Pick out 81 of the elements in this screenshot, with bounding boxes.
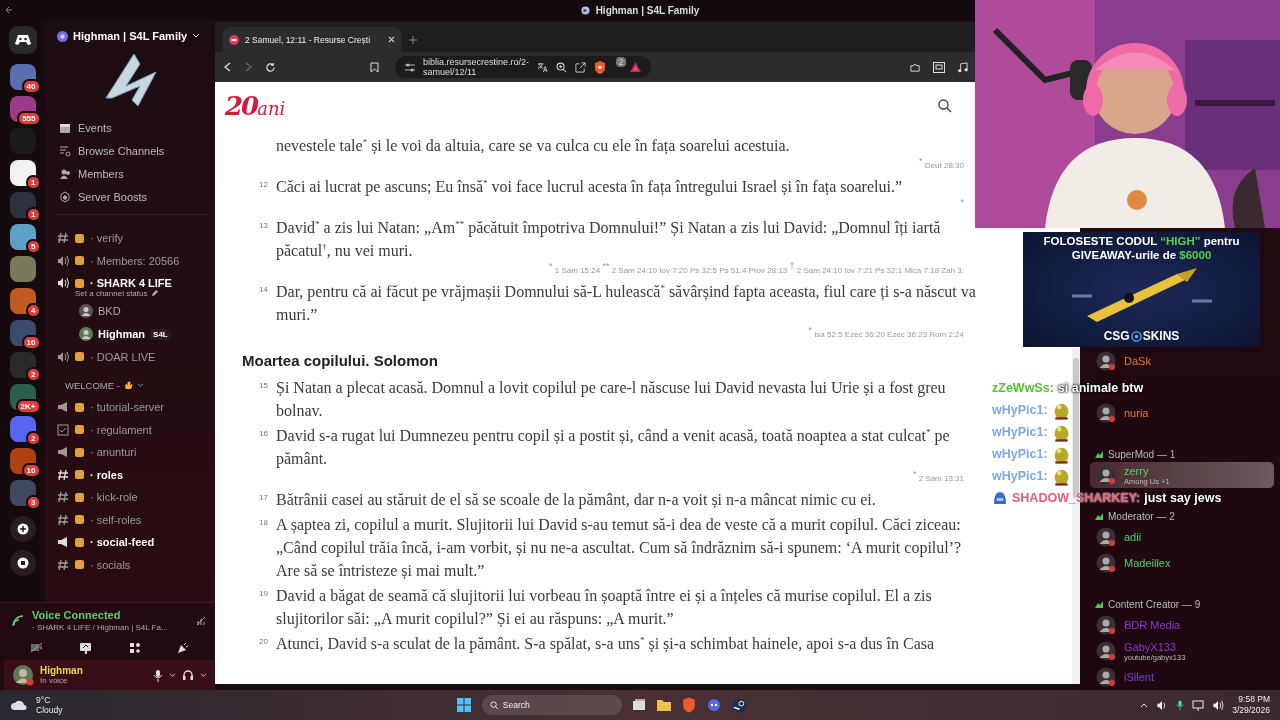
count-badge: 2: [616, 56, 626, 67]
voice-channel-link[interactable]: · SHARK 4 LIFE / Highman | S4L Fa...: [32, 623, 187, 632]
channel-name[interactable]: · roles: [90, 468, 123, 481]
user-status: In voice: [40, 676, 69, 685]
brand-text: CSG: [1103, 329, 1130, 343]
channel-name[interactable]: · tutorial-server: [90, 401, 164, 414]
address-bar[interactable]: biblia.resursecrestine.ro/2-samuel/12/11 2: [395, 56, 651, 78]
channel-name[interactable]: · regulament: [90, 423, 152, 436]
temperature: 9°C: [36, 695, 52, 705]
member-row[interactable]: Madeillex: [1090, 550, 1274, 576]
verse-text: David s-a rugat lui Dumnezeu pentru copil și a postit și, când a venit acasă, toată noaptea a stat culcat$^{*}$ pe pământ.: [276, 425, 951, 470]
role-group-label: SuperMod — 1: [1108, 448, 1176, 460]
verse-text: Dar, pentru că ai făcut pe vrăjmașii Domnului să-L hulească$^{*}$ săvârșind fapta aceasta, fiul care ți s-a născut va muri.”: [276, 281, 976, 325]
unread-badge: 2K+: [15, 399, 41, 414]
verse-text: David a băgat de seamă că slujitorii lui vorbeau în șoaptă între ei și a înțeles că murise copilul. El a zis slujitorilor săi: „A murit copilul?” Și ei au răspuns: „A murit.”: [276, 586, 933, 630]
menu-item[interactable]: Browse Channels: [78, 144, 165, 157]
channel-name[interactable]: · kick-role: [90, 491, 138, 504]
verse-number: 16: [259, 429, 268, 438]
unread-badge: 2: [26, 367, 41, 382]
menu-item[interactable]: Events: [78, 121, 112, 134]
channel-name[interactable]: · anunturi: [90, 446, 137, 459]
clock[interactable]: 9:58 PM 3/29/2026: [1232, 694, 1270, 716]
unread-badge: 40: [21, 79, 41, 94]
chat-message: just say jews: [1144, 491, 1222, 505]
channel-name[interactable]: · Members: 20566: [90, 254, 180, 267]
unread-badge: 3: [26, 495, 41, 510]
unread-badge: 1: [26, 207, 41, 222]
member-row[interactable]: iSilent: [1090, 664, 1274, 690]
unread-badge: 4: [26, 303, 41, 318]
member-row[interactable]: BDR Media: [1090, 612, 1274, 638]
unread-badge: 1: [26, 175, 41, 190]
verse-number: 12: [259, 180, 268, 189]
promo-text: GIVEAWAY-urile de $6000: [1071, 248, 1212, 262]
unread-badge: 2: [26, 431, 41, 446]
verse-number: 14: [259, 285, 268, 294]
verse-text: Atunci, David s-a sculat de la pământ. S-a spălat, s-a uns$^{*}$ și și-a schimbat hainele, apoi s-a dus în Casa: [276, 633, 936, 655]
channel-name[interactable]: · social-feed: [90, 536, 155, 549]
unread-badge: 10: [21, 463, 41, 478]
channel-status[interactable]: Set a channel status: [75, 288, 148, 298]
site-logo[interactable]: 20ani: [225, 91, 286, 121]
role-group-label: Moderator — 2: [1108, 510, 1175, 522]
member-row[interactable]: nuria: [1090, 400, 1274, 426]
weather-condition: Cloudy: [36, 705, 63, 715]
verse-number: 20: [259, 637, 268, 646]
verse-text: Bătrânii casei au stăruit de el să se scoale de la pământ, dar n-a voit și n-a mâncat nimic cu ei.: [276, 490, 877, 511]
channel-name[interactable]: · SHARK 4 LIFE: [90, 277, 172, 290]
verse-text: Și Natan a plecat acasă. Domnul a lovit copilul pe care-l născuse lui David nevasta lui Urie și a fost greu bolnav.: [276, 378, 947, 421]
window-title: Highman | S4L Family: [595, 4, 700, 16]
unread-badge: 555: [17, 111, 41, 126]
verse-number: 13: [259, 221, 268, 230]
verse-text: nevestele tale$^{*}$ și le voi da altuia, care se va culca cu ele în fața soarelui acestuia.: [276, 135, 791, 157]
promo-text: FOLOSESTE CODUL “HIGH” pentru: [1043, 234, 1240, 248]
voice-status: Voice Connected: [32, 609, 122, 621]
member-row[interactable]: DaSk: [1090, 348, 1274, 374]
member-row[interactable]: adii: [1090, 524, 1274, 550]
taskbar-search[interactable]: Search: [481, 695, 622, 715]
verse-number: 17: [259, 493, 268, 502]
user-name[interactable]: BKD: [98, 305, 121, 317]
channel-name[interactable]: · self-roles: [90, 513, 142, 526]
verse-number: 19: [259, 589, 268, 598]
verse-text: David$^{*}$ a zis lui Natan: „Am$^{**}$ păcătuit împotriva Domnului!” Și Natan a zis lui David: „Domnul îți iartă păcatul$^{†}$, nu vei muri.: [276, 217, 942, 262]
user-name[interactable]: Highman: [40, 665, 83, 676]
channel-name[interactable]: · verify: [90, 232, 123, 245]
unread-badge: 10: [21, 335, 41, 350]
verse-number: 18: [259, 518, 268, 527]
verse-number: 15: [259, 381, 268, 390]
brand-text: SKINS: [1142, 329, 1180, 343]
menu-item[interactable]: Members: [78, 167, 124, 180]
category-label[interactable]: WELCOME -: [65, 379, 120, 391]
menu-item[interactable]: Server Boosts: [78, 190, 148, 203]
verse-text: A șaptea zi, copilul a murit. Slujitorii lui David s-au temut să-i dea de veste că a murit copilul. Căci ziceau: „Când copilul trăia încă, i-am vorbit, și nu ne-a ascultat. Cum să îndrăznim să-i spunem: ‘A murit copilul’? Are să se întristeze și mai mult.”: [276, 515, 963, 582]
section-heading: Moartea copilului. Solomon: [242, 352, 438, 369]
channel-name[interactable]: · socials: [90, 558, 131, 571]
verse-text: Căci ai lucrat pe ascuns; Eu însă$^{*}$ voi face lucrul acesta în fața întregului Israel și în fața soarelui.”: [276, 176, 904, 198]
unread-badge: 5: [26, 239, 41, 254]
role-group-label: Content Creator — 9: [1108, 598, 1201, 610]
server-name[interactable]: Highman | S4L Family: [73, 30, 188, 42]
user-name[interactable]: Highman: [98, 328, 146, 340]
channel-name[interactable]: · DOAR LIVE: [90, 350, 156, 363]
role-tag: S4L: [150, 328, 171, 340]
browser-tab[interactable]: 2 Samuel, 12:11 - Resurse Crești: [223, 27, 401, 52]
